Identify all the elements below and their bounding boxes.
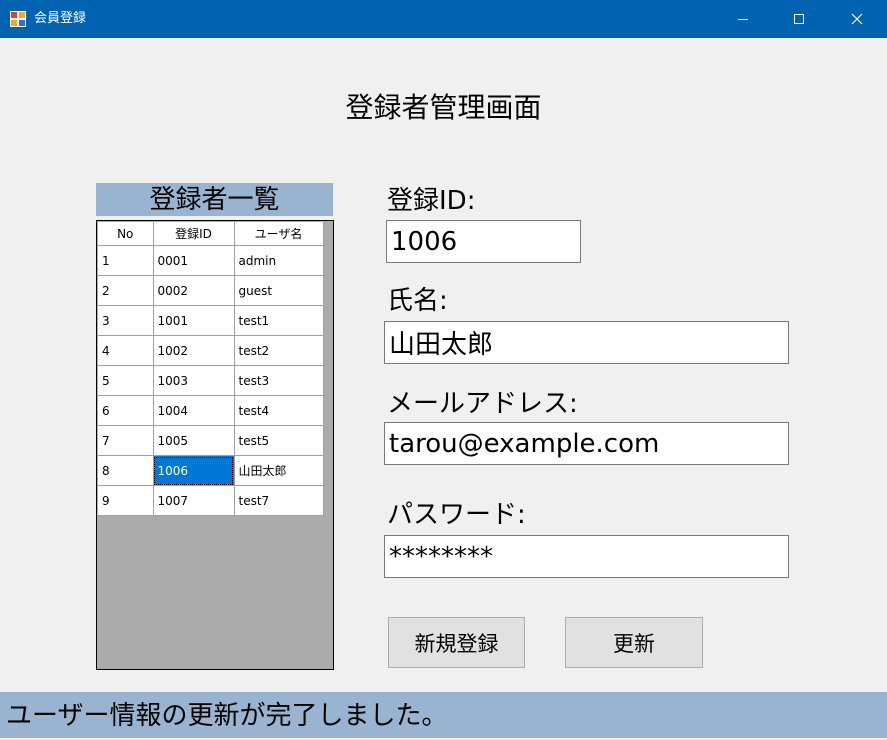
cell-no[interactable]: 8 (98, 455, 154, 486)
email-field[interactable] (384, 422, 789, 465)
cell-id[interactable]: 1002 (153, 335, 235, 366)
cell-id[interactable]: 1004 (153, 395, 235, 426)
maximize-button[interactable] (776, 0, 822, 38)
column-header-id[interactable]: 登録ID (153, 222, 235, 246)
cell-username[interactable]: test5 (234, 425, 324, 456)
table-row[interactable]: 6 1004 test4 (98, 395, 324, 426)
cell-id[interactable]: 0001 (153, 245, 235, 276)
cell-no[interactable]: 2 (98, 275, 154, 306)
maximize-icon (794, 14, 804, 24)
minimize-icon (738, 19, 748, 20)
table-row[interactable]: 5 1003 test3 (98, 365, 324, 396)
register-new-button[interactable]: 新規登録 (388, 617, 525, 668)
email-label: メールアドレス: (387, 389, 578, 419)
cell-id[interactable]: 1003 (153, 365, 235, 396)
cell-id[interactable]: 1005 (153, 425, 235, 456)
cell-id[interactable]: 1001 (153, 305, 235, 336)
cell-no[interactable]: 9 (98, 485, 154, 516)
table-row[interactable]: 4 1002 test2 (98, 335, 324, 366)
id-field[interactable] (386, 220, 581, 263)
update-button[interactable]: 更新 (565, 617, 703, 668)
grid-caption: 登録者一覧 (96, 183, 333, 216)
cell-username[interactable]: admin (234, 245, 324, 276)
cell-username[interactable]: 山田太郎 (234, 455, 324, 486)
name-field[interactable] (384, 321, 789, 364)
cell-username[interactable]: test4 (234, 395, 324, 426)
column-header-no[interactable]: No (98, 222, 154, 246)
table-row[interactable]: 2 0002 guest (98, 275, 324, 306)
cell-username[interactable]: test2 (234, 335, 324, 366)
cell-username[interactable]: test7 (234, 485, 324, 516)
user-grid[interactable]: No 登録ID ユーザ名 1 0001 admin 2 0002 guest 3 1001 te… (96, 220, 334, 670)
table-row[interactable]: 8 1006 山田太郎 (98, 455, 324, 486)
table-row[interactable]: 3 1001 test1 (98, 305, 324, 336)
title-bar[interactable]: 会員登録 (0, 0, 887, 38)
grid-header-row: No 登録ID ユーザ名 (98, 222, 324, 246)
cell-no[interactable]: 3 (98, 305, 154, 336)
name-label: 氏名: (387, 286, 448, 316)
cell-no[interactable]: 5 (98, 365, 154, 396)
window-title: 会員登録 (34, 11, 87, 26)
close-button[interactable] (834, 0, 880, 38)
id-label: 登録ID: (387, 186, 476, 216)
column-header-username[interactable]: ユーザ名 (234, 222, 324, 246)
table-row[interactable]: 1 0001 admin (98, 245, 324, 276)
app-form-icon (10, 11, 26, 27)
minimize-button[interactable] (720, 0, 766, 38)
status-message: ユーザー情報の更新が完了しました。 (0, 692, 887, 738)
cell-no[interactable]: 7 (98, 425, 154, 456)
cell-username[interactable]: test3 (234, 365, 324, 396)
cell-id[interactable]: 0002 (153, 275, 235, 306)
cell-username[interactable]: test1 (234, 305, 324, 336)
cell-id[interactable]: 1006 (153, 455, 235, 486)
user-table[interactable]: No 登録ID ユーザ名 1 0001 admin 2 0002 guest 3 1001 te… (98, 222, 324, 516)
table-row[interactable]: 9 1007 test7 (98, 485, 324, 516)
cell-no[interactable]: 1 (98, 245, 154, 276)
close-icon (851, 13, 863, 25)
cell-no[interactable]: 6 (98, 395, 154, 426)
cell-username[interactable]: guest (234, 275, 324, 306)
table-row[interactable]: 7 1005 test5 (98, 425, 324, 456)
page-title: 登録者管理画面 (345, 91, 542, 124)
password-label: パスワード: (387, 500, 526, 530)
cell-no[interactable]: 4 (98, 335, 154, 366)
password-field[interactable] (384, 535, 789, 578)
cell-id[interactable]: 1007 (153, 485, 235, 516)
